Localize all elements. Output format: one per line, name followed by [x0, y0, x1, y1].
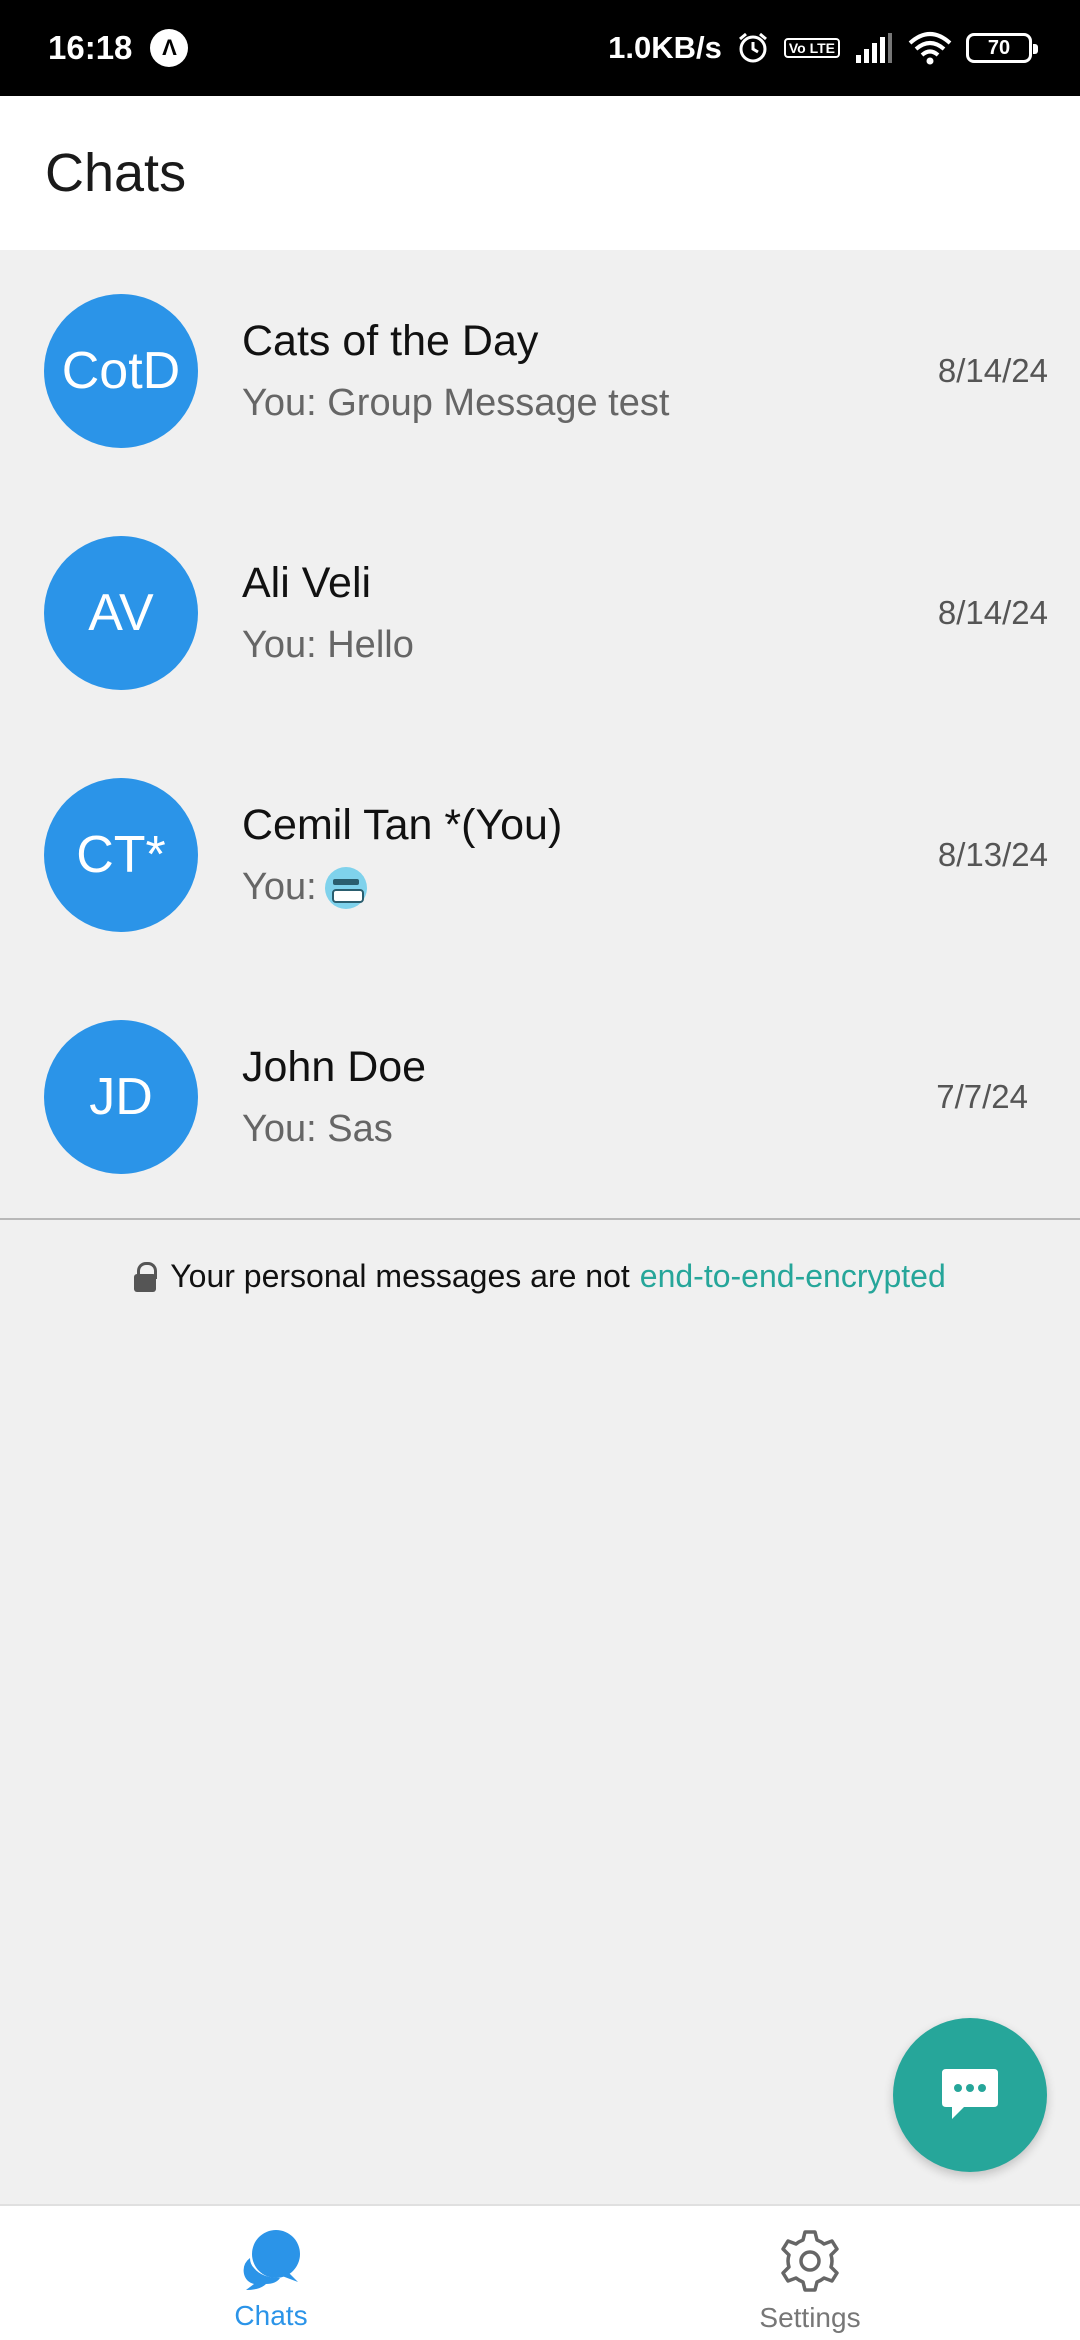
- chat-list-item[interactable]: CotD Cats of the Day You: Group Message …: [0, 250, 1080, 492]
- unlocked-lock-icon: [134, 1261, 158, 1292]
- wifi-icon: [908, 31, 952, 65]
- chat-date: 8/13/24: [937, 836, 1048, 873]
- chat-date: 8/14/24: [937, 352, 1048, 389]
- encryption-notice-text: Your personal messages are not: [170, 1258, 630, 1294]
- avatar: CotD: [44, 294, 198, 448]
- new-message-button[interactable]: [893, 2018, 1047, 2172]
- chat-preview: You:: [242, 866, 317, 908]
- chat-date: 7/7/24: [936, 1078, 1028, 1115]
- page-title: Chats: [45, 143, 187, 203]
- chat-list-item[interactable]: AV Ali Veli You: Hello 8/14/24: [0, 492, 1080, 734]
- status-bar: 16:18 Λ 1.0KB/s Vo LTE 70: [0, 0, 1080, 96]
- navigation-app-icon: Λ: [150, 29, 189, 67]
- signal-icon: [854, 33, 894, 63]
- chat-name: Ali Veli: [242, 559, 372, 607]
- chat-list-item[interactable]: CT* Cemil Tan *(You) You: 8/13/24: [0, 734, 1080, 976]
- avatar: AV: [44, 536, 198, 690]
- chat-bubbles-icon: [243, 2230, 300, 2290]
- chat-preview: You: Group Message test: [242, 382, 670, 424]
- list-divider: [0, 1218, 1080, 1220]
- status-time: 16:18: [48, 29, 133, 66]
- chat-list-item[interactable]: JD John Doe You: Sas 7/7/24: [0, 976, 1080, 1218]
- avatar: CT*: [44, 778, 198, 932]
- alarm-icon: [736, 31, 770, 65]
- encryption-info-link[interactable]: end-to-end-encrypted: [640, 1258, 946, 1295]
- tab-chats-label: Chats: [234, 2300, 308, 2331]
- avatar: JD: [44, 1020, 198, 1174]
- chat-name: Cemil Tan *(You): [242, 801, 563, 849]
- tab-settings-label: Settings: [759, 2302, 861, 2333]
- chat-preview: You: Hello: [242, 624, 414, 666]
- tab-settings[interactable]: Settings: [710, 2206, 910, 2340]
- chat-preview: You: Sas: [242, 1108, 393, 1150]
- chat-date: 8/14/24: [937, 594, 1048, 631]
- gear-icon: [781, 2230, 839, 2292]
- new-message-icon: [942, 2069, 998, 2119]
- chat-name: John Doe: [242, 1043, 427, 1091]
- bottom-navigation: Chats Settings: [0, 2204, 1080, 2340]
- cold-face-emoji-icon: [324, 866, 367, 909]
- encryption-notice: Your personal messages are not end-to-en…: [0, 1258, 1080, 1295]
- network-speed: 1.0KB/s: [608, 30, 722, 65]
- battery-icon: 70: [966, 33, 1038, 63]
- tab-chats[interactable]: Chats: [171, 2206, 371, 2340]
- chat-list: CotD Cats of the Day You: Group Message …: [0, 250, 1080, 1218]
- volte-icon: Vo LTE: [783, 38, 840, 58]
- chat-name: Cats of the Day: [242, 317, 539, 365]
- app-header: Chats: [0, 96, 1080, 250]
